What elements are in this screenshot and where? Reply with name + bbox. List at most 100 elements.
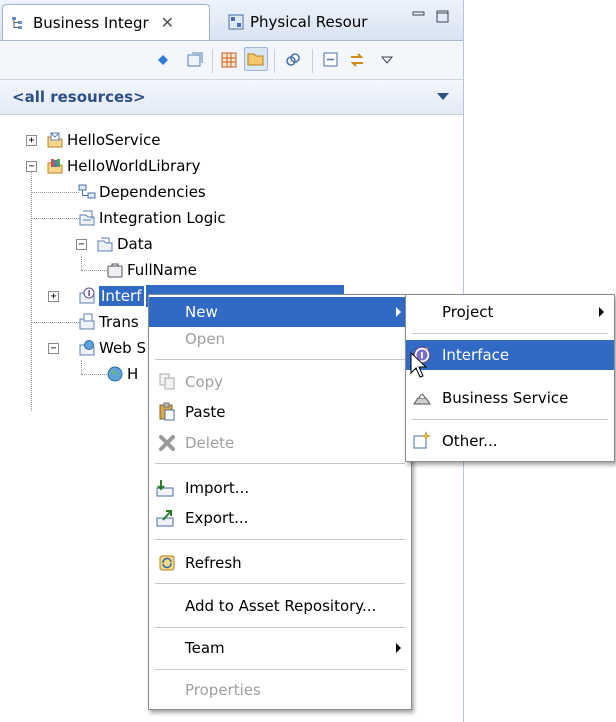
- tree-node-full-name[interactable]: FullName: [106, 258, 197, 282]
- open-editor-icon[interactable]: [184, 49, 206, 71]
- tree-node-label: Web S: [99, 339, 146, 357]
- submenu-arrow-icon: [396, 307, 401, 317]
- menu-item-refresh[interactable]: Refresh: [149, 548, 411, 578]
- maximize-icon[interactable]: [436, 10, 450, 28]
- chevron-down-icon: [437, 93, 449, 100]
- submenu-item-business-service[interactable]: Business Service: [406, 383, 614, 413]
- collapse-all-icon[interactable]: [320, 49, 342, 71]
- tree-connector: [81, 360, 83, 374]
- submenu-item-other[interactable]: Other...: [406, 426, 614, 456]
- tree-node-label: Interf: [99, 286, 144, 306]
- menu-item-label: Team: [185, 639, 225, 657]
- collapse-icon[interactable]: −: [26, 161, 37, 172]
- tree-node-label: HelloService: [67, 131, 161, 149]
- tab-business-integration[interactable]: Business Integr ✕: [2, 4, 210, 40]
- toolbar-separator: [312, 49, 313, 73]
- tree-connector: [31, 166, 33, 411]
- menu-item-label: Open: [185, 330, 226, 348]
- menu-separator: [155, 669, 405, 670]
- view-tab-bar: Business Integr ✕ Physical Resour: [0, 0, 463, 41]
- refresh-icon: [159, 555, 175, 571]
- toolbar-separator: [274, 49, 275, 73]
- interfaces-folder-icon: I: [79, 287, 95, 304]
- menu-separator: [155, 627, 405, 628]
- view-menu-icon[interactable]: [376, 49, 398, 71]
- submenu-item-project[interactable]: Project: [406, 297, 614, 327]
- tree-connector: [81, 270, 107, 272]
- svg-text:I: I: [88, 289, 91, 298]
- menu-item-delete[interactable]: Delete: [149, 428, 411, 458]
- resource-filter-dropdown[interactable]: <all resources>: [0, 80, 463, 115]
- mouse-cursor-icon: [410, 352, 428, 378]
- tree-connector: [31, 218, 79, 220]
- tree-node-label: FullName: [127, 261, 197, 279]
- tree-node-transformations[interactable]: Trans: [78, 310, 139, 334]
- tree-node-data[interactable]: Data: [96, 232, 153, 256]
- minimize-icon[interactable]: [412, 10, 426, 26]
- tab-business-integration-label: Business Integr: [33, 13, 149, 32]
- tree-node-integration-logic[interactable]: Integration Logic: [78, 206, 226, 230]
- menu-item-label: Delete: [185, 434, 235, 452]
- business-integration-icon: [12, 16, 22, 29]
- tree-node-hello-service[interactable]: HelloService: [46, 128, 160, 152]
- menu-item-paste[interactable]: Paste: [149, 397, 411, 427]
- paste-icon: [159, 402, 175, 421]
- tree-connector: [81, 256, 83, 270]
- submenu-arrow-icon: [599, 307, 604, 317]
- expand-icon[interactable]: +: [48, 291, 59, 302]
- tab-physical-resources-label: Physical Resour: [250, 12, 368, 31]
- data-folder-icon: [97, 237, 113, 252]
- module-icon: [47, 132, 63, 148]
- menu-separator: [155, 463, 405, 464]
- tab-physical-resources[interactable]: Physical Resour: [220, 4, 376, 39]
- show-all-icon[interactable]: [152, 49, 174, 71]
- tree-node-hello-world-library[interactable]: HelloWorldLibrary: [46, 154, 200, 178]
- menu-item-label: Interface: [442, 346, 510, 364]
- collapse-icon[interactable]: −: [48, 343, 59, 354]
- menu-item-team[interactable]: Team: [149, 633, 411, 663]
- menu-separator: [155, 583, 405, 584]
- menu-item-label: New: [185, 303, 218, 321]
- tree-node-label: Data: [117, 235, 153, 253]
- menu-item-import[interactable]: Import...: [149, 473, 411, 503]
- menu-separator: [412, 333, 608, 334]
- physical-resources-icon: [228, 14, 244, 29]
- menu-item-export[interactable]: Export...: [149, 503, 411, 533]
- tree-node-interfaces[interactable]: I Interf: [78, 284, 144, 308]
- tree-node-label: Dependencies: [99, 183, 206, 201]
- menu-item-copy[interactable]: Copy: [149, 367, 411, 397]
- dependencies-icon: [78, 184, 96, 199]
- menu-item-label: Properties: [185, 681, 261, 699]
- new-submenu: Project I Interface Business Service Oth…: [405, 294, 615, 462]
- link-icon[interactable]: [282, 49, 304, 71]
- toolbar-separator: [212, 49, 213, 73]
- menu-item-label: Add to Asset Repository...: [185, 597, 377, 615]
- tree-node-label: Trans: [99, 313, 139, 331]
- delete-icon: [159, 435, 175, 451]
- menu-item-new[interactable]: New: [149, 297, 411, 327]
- link-with-editor-icon[interactable]: [346, 49, 368, 71]
- collapse-icon[interactable]: −: [76, 239, 87, 250]
- menu-item-properties[interactable]: Properties: [149, 675, 411, 705]
- grid-view-icon[interactable]: [218, 49, 240, 71]
- tree-node-label: H: [127, 365, 139, 383]
- submenu-item-interface[interactable]: I Interface: [406, 340, 614, 370]
- tree-node-dependencies[interactable]: Dependencies: [78, 180, 206, 204]
- business-object-icon: [107, 263, 123, 278]
- expand-icon[interactable]: +: [26, 135, 37, 146]
- menu-item-open[interactable]: Open: [149, 324, 411, 354]
- tree-node-web-service-port[interactable]: H: [106, 362, 138, 386]
- tree-node-label: HelloWorldLibrary: [67, 157, 201, 175]
- menu-item-add-to-asset-repository[interactable]: Add to Asset Repository...: [149, 591, 411, 621]
- resource-filter-label: <all resources>: [12, 88, 146, 106]
- menu-item-label: Project: [442, 303, 494, 321]
- library-icon: [47, 159, 63, 174]
- business-service-icon: [413, 394, 431, 405]
- folder-view-icon[interactable]: [244, 47, 268, 71]
- tab-close-icon[interactable]: ✕: [161, 13, 174, 32]
- integration-logic-icon: [79, 210, 95, 226]
- context-menu: New Open Copy Paste Delete Import... Exp…: [148, 294, 412, 710]
- menu-item-label: Copy: [185, 373, 224, 391]
- tree-node-web-services[interactable]: Web S: [78, 336, 146, 360]
- menu-item-label: Other...: [442, 432, 498, 450]
